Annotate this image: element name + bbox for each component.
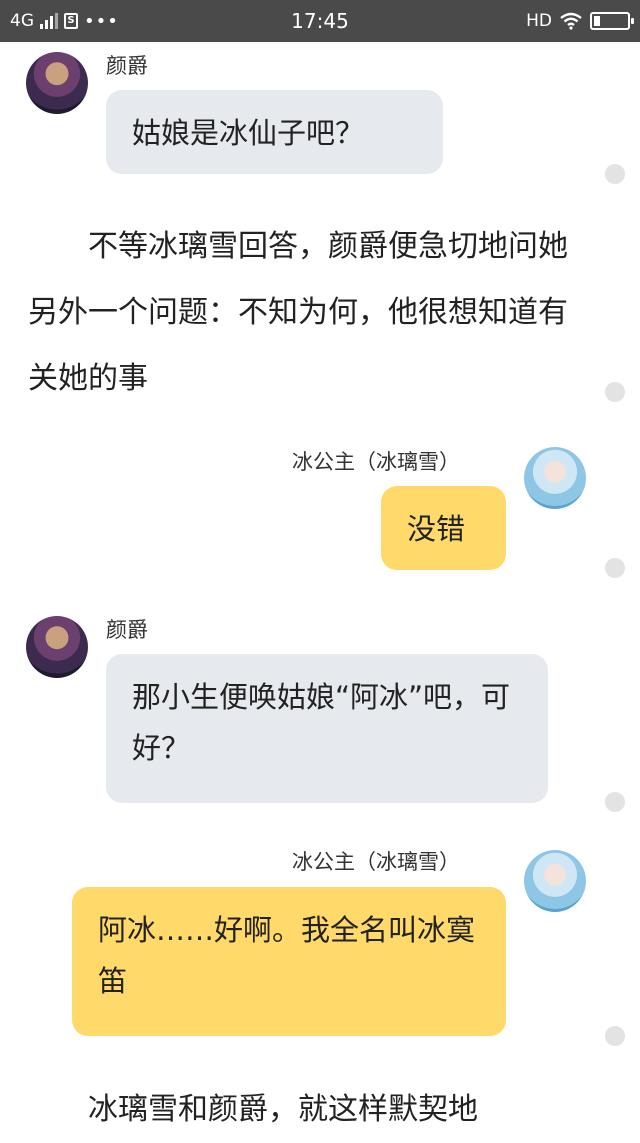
chat-bubble: 没错 — [381, 486, 506, 570]
avatar-binglixue[interactable] — [524, 850, 586, 912]
read-indicator — [605, 558, 625, 578]
speaker-name: 冰公主（冰璃雪） — [292, 450, 460, 474]
read-indicator — [605, 792, 625, 812]
chat-bubble: 姑娘是冰仙子吧？ — [106, 90, 443, 174]
speaker-name: 颜爵 — [106, 54, 148, 78]
speaker-name: 冰公主（冰璃雪） — [292, 850, 460, 874]
status-right: HD — [526, 9, 634, 33]
avatar-yanjue[interactable] — [26, 52, 88, 114]
read-indicator — [605, 382, 625, 402]
speaker-name: 颜爵 — [106, 618, 148, 642]
chat-bubble: 阿冰……好啊。我全名叫冰寞笛 — [72, 887, 506, 1036]
status-bar: 4G S ••• 17:45 HD — [0, 0, 640, 42]
read-indicator — [605, 1026, 625, 1046]
avatar-yanjue[interactable] — [26, 616, 88, 678]
narration-paragraph: 冰璃雪和颜爵，就这样默契地 — [88, 1092, 478, 1127]
narration-paragraph: 不等冰璃雪回答，颜爵便急切地问她另外一个问题：不知为何，他很想知道有关她的事 — [28, 229, 568, 396]
battery-icon — [590, 12, 634, 30]
chat-bubble: 那小生便唤姑娘“阿冰”吧，可好？ — [106, 654, 548, 803]
wifi-icon — [560, 12, 582, 30]
avatar-binglixue[interactable] — [524, 447, 586, 509]
hd-indicator: HD — [526, 11, 552, 31]
read-indicator — [605, 164, 625, 184]
